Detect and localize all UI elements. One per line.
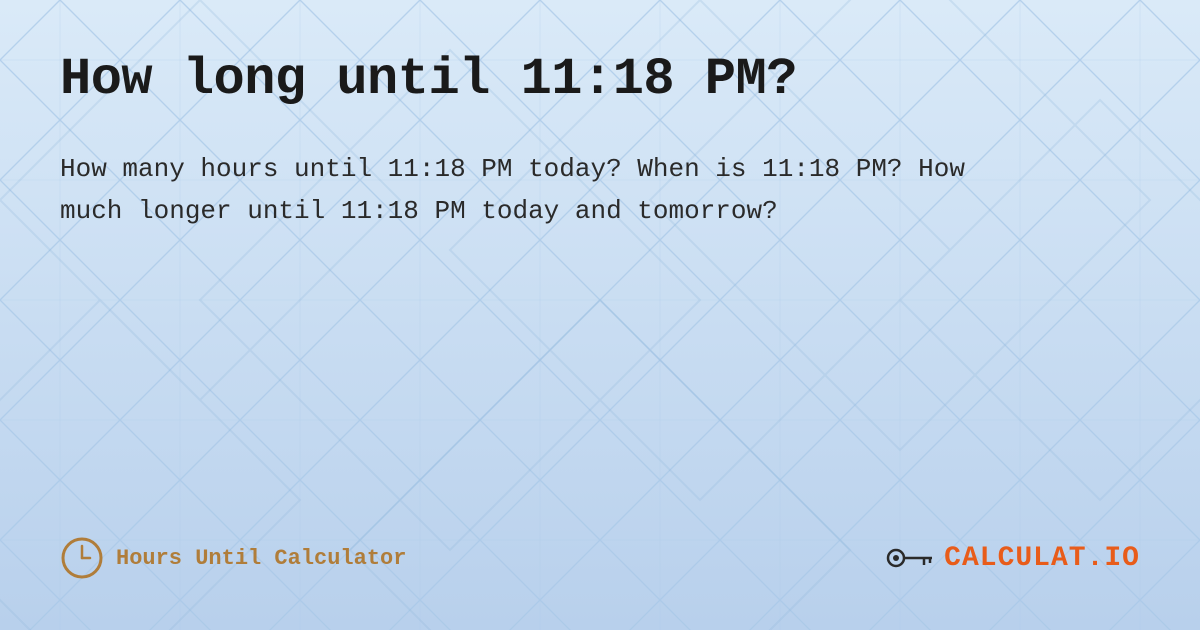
calculat-logo-text: CALCULAT.IO [944,543,1140,574]
page-title: How long until 11:18 PM? [60,50,1140,109]
page-description: How many hours until 11:18 PM today? Whe… [60,149,1010,232]
calculat-logo-main: CALCULAT [944,543,1086,574]
brand-label: Hours Until Calculator [116,546,406,571]
clock-icon [60,536,104,580]
calculat-logo-icon [886,538,936,578]
calculat-logo-tld: .IO [1087,543,1140,574]
page-footer: Hours Until Calculator CALCULAT.IO [60,536,1140,590]
brand-section: Hours Until Calculator [60,536,406,580]
calculat-logo: CALCULAT.IO [886,538,1140,578]
